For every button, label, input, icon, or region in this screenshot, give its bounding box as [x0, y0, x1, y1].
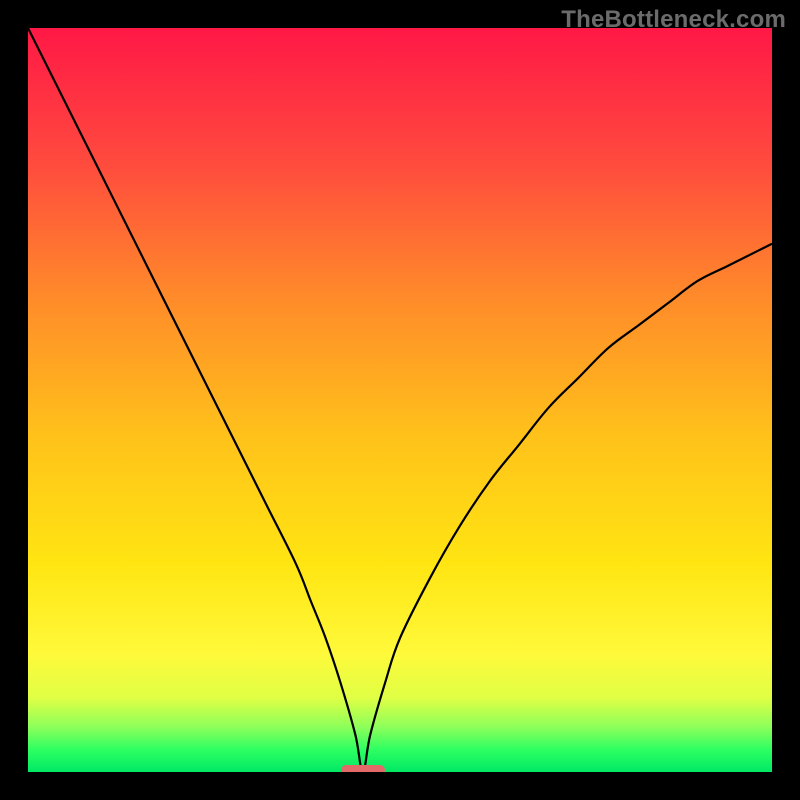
chart-frame: TheBottleneck.com	[0, 0, 800, 800]
curve-line	[28, 28, 772, 772]
optimum-marker	[341, 765, 385, 772]
bottleneck-curve	[28, 28, 772, 772]
plot-area	[28, 28, 772, 772]
watermark-text: TheBottleneck.com	[561, 6, 786, 34]
